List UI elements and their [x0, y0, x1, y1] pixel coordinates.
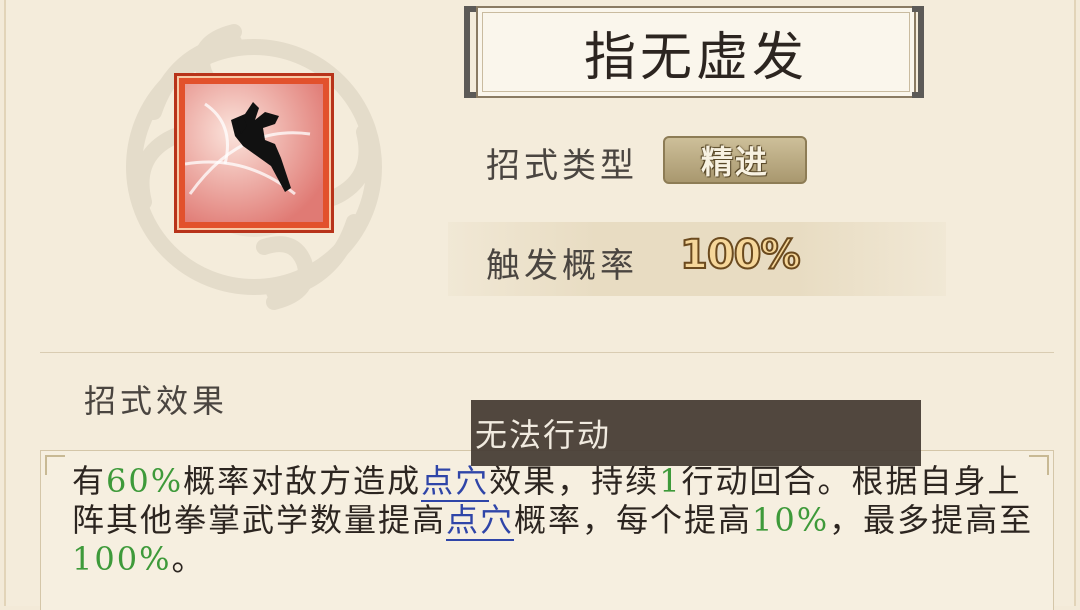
effect-text-segment: ，最多提高至 [829, 501, 1034, 539]
trigger-rate-value: 100% [679, 231, 802, 279]
trigger-rate-label: 触发概率 [486, 246, 638, 286]
acupoint-status-link-2[interactable]: 点穴 [446, 501, 515, 541]
skill-type-label: 招式类型 [486, 146, 638, 186]
effect-text-segment: 概率，每个提高 [514, 501, 753, 539]
effect-text-segment: 效果，持续 [489, 462, 660, 500]
skill-type-badge: 精进 [663, 136, 807, 184]
effect-duration-value: 1 [659, 462, 682, 500]
effect-description: 有60%概率对敌方造成点穴效果，持续1行动回合。根据自身上阵其他拳掌武学数量提高… [72, 462, 1042, 579]
effect-increment-value: 10% [752, 501, 830, 539]
effect-text-segment: 有 [72, 462, 107, 500]
effect-max-value: 100% [72, 540, 172, 578]
hand-strike-icon [185, 84, 323, 222]
skill-icon-frame[interactable] [174, 73, 334, 233]
effect-section-title: 招式效果 [84, 382, 229, 420]
effect-text-segment: 。 [171, 540, 206, 578]
skill-detail-panel: 指无虚发 招式类型 精进 触发概率 100% 招式效果 有60%概率对敌方造成点… [4, 0, 1076, 610]
skill-name: 指无虚发 [583, 27, 808, 88]
section-divider [40, 352, 1054, 353]
effect-text-segment: 概率对敌方造成 [183, 462, 422, 500]
acupoint-status-link[interactable]: 点穴 [421, 462, 490, 502]
effect-chance-value: 60% [106, 462, 184, 500]
title-bracket-left [464, 6, 476, 98]
status-tooltip: 无法行动 [471, 400, 921, 466]
corner-ornament-tl [45, 455, 65, 475]
